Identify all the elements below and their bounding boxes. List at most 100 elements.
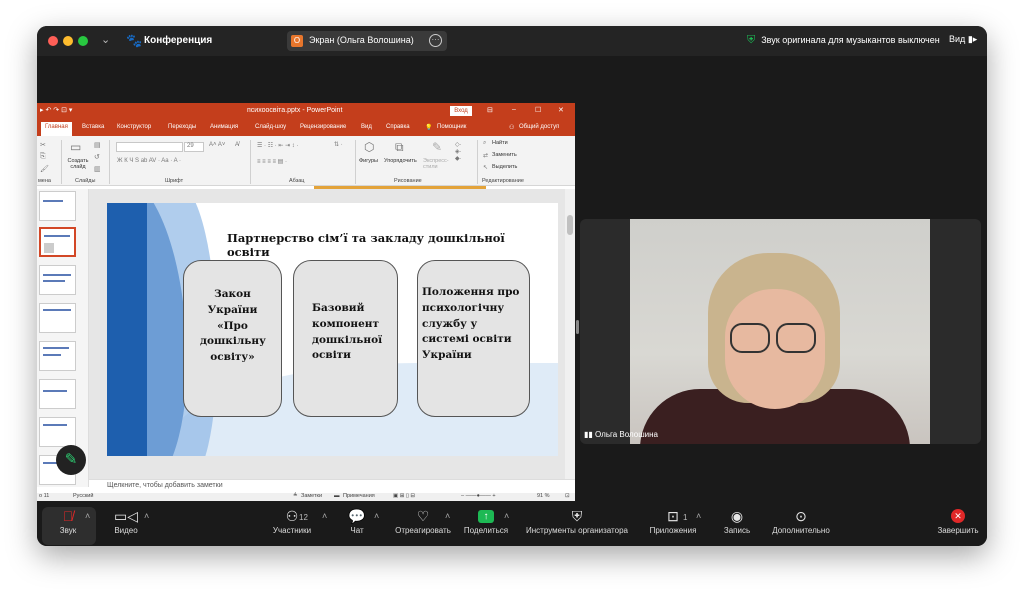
section-icon[interactable]: ▥ xyxy=(94,165,101,173)
maximize-icon[interactable]: ☐ xyxy=(535,106,541,114)
select-button[interactable]: Выделить xyxy=(492,164,517,170)
tab-view[interactable]: Вид xyxy=(361,124,372,130)
slide-thumbnail[interactable] xyxy=(39,303,76,333)
end-meeting-button[interactable]: ✕ Завершить xyxy=(933,506,983,546)
view-mode-icons[interactable]: ▣ ⊞ ▯ ⊟ xyxy=(393,493,415,499)
apps-options-chevron[interactable]: ˄ xyxy=(696,511,701,521)
shapes-button[interactable]: Фигуры xyxy=(359,158,378,164)
fit-slide-icon[interactable]: ⊡ xyxy=(565,493,570,499)
slide-thumbnail[interactable] xyxy=(39,341,76,371)
chat-label: Чат xyxy=(350,526,364,535)
screen-share-label: Экран (Ольга Волошина) xyxy=(309,35,414,45)
chat-button[interactable]: 💬 Чат xyxy=(343,506,371,546)
ribbon-display-icon[interactable]: ⊟ xyxy=(487,106,493,114)
arrange-button[interactable]: Упорядочить xyxy=(384,158,417,164)
quick-styles-icon[interactable]: ✎ xyxy=(432,140,442,154)
arrange-icon[interactable]: ⧉ xyxy=(395,140,404,155)
slide-scrollbar[interactable] xyxy=(565,189,575,479)
scrollbar-thumb[interactable] xyxy=(567,215,573,235)
close-icon[interactable]: ✕ xyxy=(558,106,564,114)
chevron-down-icon[interactable]: ⌄ xyxy=(101,33,110,46)
tab-design[interactable]: Конструктор xyxy=(117,124,151,130)
view-button[interactable]: Вид ▮▸ xyxy=(949,34,977,45)
participant-video-tile[interactable]: ▮▮ Ольга Волошина xyxy=(580,219,981,444)
meeting-stage: ▸ ↶ ↷ ⊡ ▾ психоосвіта.pptx - PowerPoint … xyxy=(37,56,987,506)
tab-review[interactable]: Рецензирование xyxy=(300,124,346,130)
reset-icon[interactable]: ↺ xyxy=(94,153,100,161)
quick-access-toolbar[interactable]: ▸ ↶ ↷ ⊡ ▾ xyxy=(40,106,72,114)
new-slide-icon[interactable]: ▭ xyxy=(70,140,81,154)
language-status[interactable]: Русский xyxy=(73,493,93,499)
participants-button[interactable]: ⚇ Участники xyxy=(263,506,321,546)
font-size-select[interactable]: 29 xyxy=(184,142,204,152)
list-bullets-icon[interactable]: ☰ · ☷ · ⇤ ⇥ ↕ · xyxy=(257,142,298,149)
font-grow-icon[interactable]: A˄ A˅ xyxy=(209,142,225,148)
tab-slideshow[interactable]: Слайд-шоу xyxy=(255,124,286,130)
tab-animations[interactable]: Анимация xyxy=(210,124,238,130)
audio-options-chevron[interactable]: ˄ xyxy=(85,511,90,521)
record-button[interactable]: ◉ Запись xyxy=(717,506,757,546)
notes-pane[interactable]: Щелкните, чтобы добавить заметки xyxy=(89,479,575,493)
layout-icon[interactable]: ▤ xyxy=(94,141,101,149)
shapes-icon[interactable]: ⬡ xyxy=(364,140,374,154)
video-options-chevron[interactable]: ˄ xyxy=(144,511,149,521)
split-view-divider[interactable] xyxy=(576,320,579,334)
text-direction-icon[interactable]: ⇅ · xyxy=(334,141,343,148)
slide-thumbnail[interactable] xyxy=(39,191,76,221)
annotate-pen-icon[interactable]: ✎ xyxy=(56,445,86,475)
slide-thumbnail-pane[interactable] xyxy=(37,189,89,487)
shield-check-icon: ⛨ xyxy=(747,34,756,46)
cut-icon[interactable]: ✂ xyxy=(40,141,46,149)
new-slide-button[interactable]: Создать слайд xyxy=(66,158,90,170)
apps-button[interactable]: ⊡ Приложения xyxy=(645,506,701,546)
slide-thumbnail[interactable] xyxy=(39,379,76,409)
shape-fill-icons[interactable]: ◇· ◈· ◆· xyxy=(455,141,462,162)
react-options-chevron[interactable]: ˄ xyxy=(445,511,450,521)
ribbon-separator xyxy=(477,140,478,184)
more-options-icon[interactable]: ··· xyxy=(429,34,442,47)
quick-styles-button[interactable]: Экспресс-стили xyxy=(423,158,453,170)
find-button[interactable]: Найти xyxy=(492,140,508,146)
tab-home[interactable]: Главная xyxy=(41,122,72,136)
more-button[interactable]: ⊙ Дополнительно xyxy=(767,506,835,546)
minimize-icon[interactable]: – xyxy=(512,106,516,113)
clear-format-icon[interactable]: A̸ xyxy=(235,142,239,148)
tab-help[interactable]: Справка xyxy=(386,124,410,130)
ppt-login-button[interactable]: Вход xyxy=(450,106,472,116)
group-editing: Редактирование xyxy=(482,178,524,184)
zoom-level[interactable]: 91 % xyxy=(537,493,550,499)
host-tools-button[interactable]: ⛨ Инструменты организатора xyxy=(494,506,660,546)
screen-share-indicator[interactable]: О Экран (Ольга Волошина) ··· xyxy=(287,31,447,51)
tab-tell-me[interactable]: Помощник xyxy=(437,124,466,130)
zoom-window-button[interactable] xyxy=(78,36,88,46)
notes-toggle-icon: ≜ xyxy=(293,493,298,499)
slide-thumbnail[interactable] xyxy=(39,265,76,295)
slide-box-basic-component[interactable]: Базовий компонент дошкільної освіти xyxy=(293,260,398,417)
slide-thumbnail-selected[interactable] xyxy=(39,227,76,257)
font-family-select[interactable] xyxy=(116,142,183,152)
notes-toggle[interactable]: Заметки xyxy=(301,493,322,499)
slide-box-regulation[interactable]: Положення про психологічну службу у сист… xyxy=(417,260,530,417)
align-icons[interactable]: ≡ ≡ ≡ ≡ ▤ · xyxy=(257,158,287,165)
replace-button[interactable]: Заменить xyxy=(492,152,517,158)
close-window-button[interactable] xyxy=(48,36,58,46)
video-button[interactable]: ▭◁ Видео xyxy=(105,506,147,546)
slide-box-law[interactable]: Закон України «Про дошкільну освіту» xyxy=(183,260,282,417)
chat-options-chevron[interactable]: ˄ xyxy=(374,511,379,521)
comments-toggle[interactable]: Примечания xyxy=(343,493,375,499)
audio-button[interactable]: 🎙̸ Звук xyxy=(49,506,87,546)
format-painter-icon[interactable]: 🖌 xyxy=(40,165,49,173)
original-sound-status[interactable]: ⛨ Звук оригинала для музыкантов выключен xyxy=(747,34,940,47)
tab-insert[interactable]: Вставка xyxy=(82,124,104,130)
font-style-buttons[interactable]: Ж К Ч S ab AV · Aa · A · xyxy=(117,158,181,164)
minimize-window-button[interactable] xyxy=(63,36,73,46)
zoom-slider[interactable]: – ——●—— + xyxy=(461,493,496,499)
participants-options-chevron[interactable]: ˄ xyxy=(322,511,327,521)
copy-icon[interactable]: ⎘ xyxy=(40,153,46,161)
slide-thumbnail[interactable] xyxy=(39,417,76,447)
slide-title[interactable]: Партнерство сім’ї та закладу дошкільної … xyxy=(227,231,547,259)
ppt-share-button[interactable]: Общий доступ xyxy=(519,124,559,130)
current-slide[interactable]: Партнерство сім’ї та закладу дошкільної … xyxy=(107,203,558,456)
share-person-icon: ⚇ xyxy=(509,125,515,131)
tab-transitions[interactable]: Переходы xyxy=(168,124,196,130)
